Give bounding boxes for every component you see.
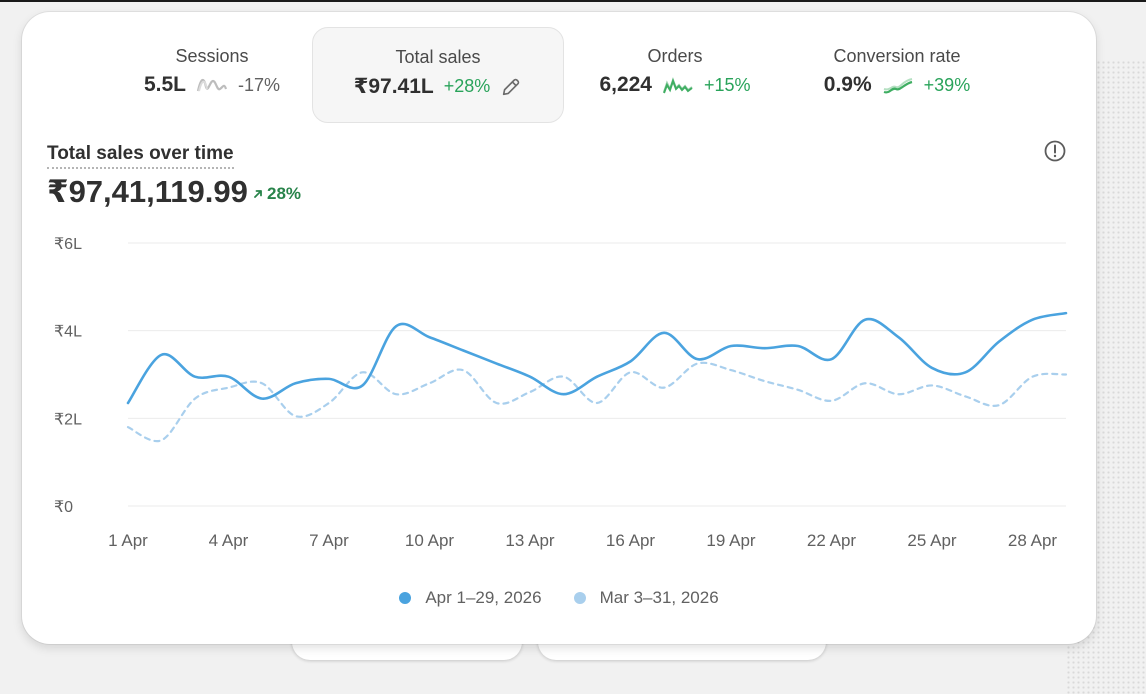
x-tick-label: 7 Apr xyxy=(309,531,349,550)
x-tick-label: 22 Apr xyxy=(807,531,856,550)
series-line-previous[interactable] xyxy=(126,361,1068,443)
x-tick-label: 13 Apr xyxy=(505,531,554,550)
x-tick-label: 19 Apr xyxy=(706,531,755,550)
y-tick-label: ₹0 xyxy=(54,499,73,516)
y-tick-label: ₹4L xyxy=(54,324,82,341)
legend-dot xyxy=(573,592,586,604)
x-tick-label: 28 Apr xyxy=(1008,531,1057,550)
top-border xyxy=(0,0,1146,2)
x-tick-label: 4 Apr xyxy=(209,531,249,550)
x-tick-label: 1 Apr xyxy=(108,531,148,550)
y-tick-label: ₹2L xyxy=(54,411,82,428)
x-tick-label: 25 Apr xyxy=(907,531,956,550)
legend-item-current[interactable]: Apr 1–29, 2026 xyxy=(399,588,542,608)
y-tick-label: ₹6L xyxy=(54,236,82,253)
sales-card: Sessions 5.5L -17% Total sales ₹97.41L +… xyxy=(22,12,1096,644)
legend-label: Apr 1–29, 2026 xyxy=(425,588,542,607)
x-tick-label: 16 Apr xyxy=(606,531,655,550)
legend-dot xyxy=(399,592,412,604)
legend-label: Mar 3–31, 2026 xyxy=(599,588,719,607)
legend-item-previous[interactable]: Mar 3–31, 2026 xyxy=(573,588,719,608)
sales-line-chart[interactable]: ₹0 ₹2L ₹4L ₹6L 1 Apr 4 Apr 7 Apr 10 Apr 13 Apr 16… xyxy=(22,12,1096,644)
x-tick-label: 10 Apr xyxy=(405,531,454,550)
chart-legend: Apr 1–29, 2026 Mar 3–31, 2026 xyxy=(22,588,1096,608)
